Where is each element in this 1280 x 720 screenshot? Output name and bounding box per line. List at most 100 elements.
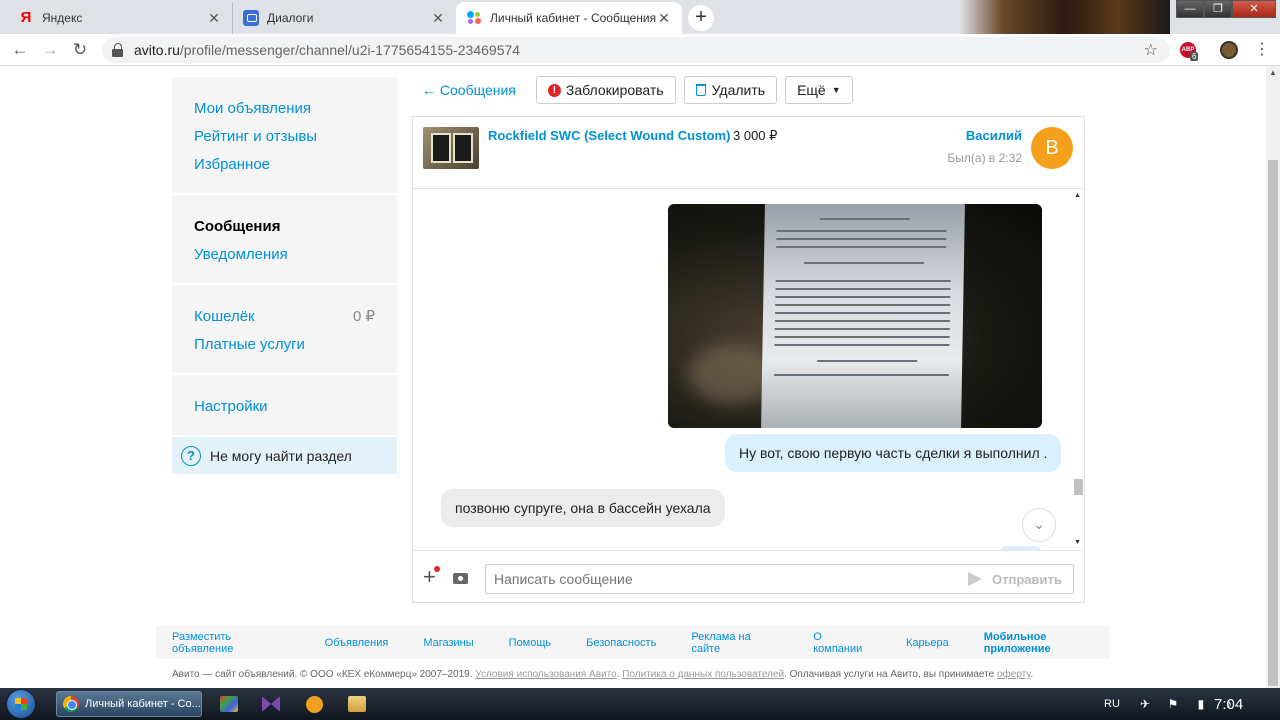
scroll-up-arrow-icon[interactable]: ▲ xyxy=(1074,192,1081,199)
footer-link-shops[interactable]: Магазины xyxy=(423,637,473,649)
chat-panel: Rockfield SWC (Select Wound Custom) 3 00… xyxy=(412,116,1085,603)
taskbar-item-chrome[interactable]: Личный кабинет - Со... xyxy=(56,691,202,717)
trash-icon xyxy=(695,84,706,96)
tab-avito-messages[interactable]: Личный кабинет - Сообщения - Ави ✕ xyxy=(456,2,682,34)
wallet-label: Кошелёк xyxy=(194,308,255,325)
send-label: Отправить xyxy=(992,571,1062,587)
lock-icon xyxy=(112,43,124,57)
back-arrow-icon[interactable]: ← xyxy=(10,40,30,60)
sidebar-group-wallet: Кошелёк 0 ₽ Платные услуги xyxy=(172,285,397,374)
receipt-image xyxy=(761,204,965,428)
user-name-link[interactable]: Василий xyxy=(966,128,1022,143)
privacy-link[interactable]: Политика о данных пользователей xyxy=(622,669,784,680)
sidebar-item-favorites[interactable]: Избранное xyxy=(194,151,375,179)
item-thumbnail[interactable] xyxy=(423,127,479,169)
more-button[interactable]: Ещё ▼ xyxy=(785,76,853,104)
legal-text: Авито — сайт объявлений. © ООО «КЕХ еКом… xyxy=(172,669,473,680)
taskbar-clock[interactable]: 7:04 xyxy=(1214,696,1243,713)
page-scrollbar[interactable]: ▲ xyxy=(1266,66,1280,688)
app-icon[interactable] xyxy=(306,696,323,713)
reload-icon[interactable]: ↻ xyxy=(70,40,90,60)
scroll-down-button[interactable]: ⌄ xyxy=(1022,508,1056,542)
url-path: /profile/messenger/channel/u2i-177565415… xyxy=(179,42,521,58)
message-scrollbar-thumb[interactable] xyxy=(1074,479,1083,495)
message-list[interactable]: Ну вот, свою первую часть сделки я выпол… xyxy=(413,189,1084,550)
browser-menu-icon[interactable]: ⋮ xyxy=(1254,40,1270,60)
camera-icon[interactable] xyxy=(453,573,468,584)
item-price: 3 000 ₽ xyxy=(733,128,778,143)
language-indicator[interactable]: RU xyxy=(1104,698,1120,710)
start-button[interactable] xyxy=(6,689,36,719)
sidebar-item-settings[interactable]: Настройки xyxy=(194,393,375,421)
sidebar-item-notifications[interactable]: Уведомления xyxy=(194,241,375,269)
window-controls: — ❐ ✕ xyxy=(1176,0,1276,18)
item-title-link[interactable]: Rockfield SWC (Select Wound Custom) xyxy=(488,128,730,143)
forward-arrow-icon[interactable]: → xyxy=(40,40,60,60)
tab-dialogs[interactable]: Диалоги ✕ xyxy=(232,2,456,34)
window-frame-wallpaper xyxy=(960,0,1170,34)
dialogs-icon xyxy=(243,10,259,26)
tab-yandex[interactable]: Я Яндекс ✕ xyxy=(8,2,232,34)
scrollbar-thumb[interactable] xyxy=(1268,160,1278,686)
tab-title: Диалоги xyxy=(267,11,314,25)
terms-link[interactable]: Условия использования Авито xyxy=(475,669,616,680)
url-bar[interactable]: avito.ru/profile/messenger/channel/u2i-1… xyxy=(102,37,1170,63)
taskbar-item-label: Личный кабинет - Со... xyxy=(85,698,201,710)
sidebar-item-my-ads[interactable]: Мои объявления xyxy=(194,95,375,123)
help-find-section[interactable]: ? Не могу найти раздел xyxy=(172,437,397,474)
scroll-down-arrow-icon[interactable]: ▼ xyxy=(1074,539,1081,546)
close-window-button[interactable]: ✕ xyxy=(1232,0,1276,18)
avatar[interactable]: В xyxy=(1031,127,1073,169)
back-to-messages-link[interactable]: ← Сообщения xyxy=(422,82,516,98)
footer-link-help[interactable]: Помощь xyxy=(509,637,552,649)
send-arrow-icon xyxy=(968,572,982,586)
chat-header: Rockfield SWC (Select Wound Custom) 3 00… xyxy=(413,117,1084,189)
close-icon[interactable]: ✕ xyxy=(656,10,672,27)
wallet-amount: 0 ₽ xyxy=(352,308,375,325)
signal-icon[interactable]: ▮ xyxy=(1194,698,1208,710)
minimize-button[interactable]: — xyxy=(1176,0,1204,18)
send-button[interactable]: Отправить xyxy=(968,564,1062,594)
close-icon[interactable]: ✕ xyxy=(206,10,222,27)
delete-button[interactable]: Удалить xyxy=(683,76,778,104)
visual-studio-icon[interactable] xyxy=(262,696,280,712)
network-icon[interactable]: ✈ xyxy=(1138,698,1152,710)
message-scrollbar[interactable]: ▲ ▼ xyxy=(1072,189,1084,550)
footer-link-ads[interactable]: Объявления xyxy=(325,637,389,649)
new-tab-button[interactable]: + xyxy=(688,5,714,31)
offer-link[interactable]: оферту xyxy=(997,669,1030,680)
adblock-badge: 6 xyxy=(1190,52,1199,61)
message-composer: + Отправить xyxy=(413,550,1084,602)
scroll-up-arrow-icon[interactable]: ▲ xyxy=(1269,68,1277,77)
delete-label: Удалить xyxy=(711,82,766,98)
bookmark-star-icon[interactable]: ☆ xyxy=(1144,40,1158,60)
footer-link-post-ad[interactable]: Разместить объявление xyxy=(172,631,290,655)
flag-icon[interactable]: ⚑ xyxy=(1166,698,1180,710)
block-button[interactable]: ! Заблокировать xyxy=(535,76,676,104)
chat-toolbar: ← Сообщения ! Заблокировать Удалить Ещё … xyxy=(422,76,861,104)
paint-icon[interactable] xyxy=(220,696,238,712)
maximize-button[interactable]: ❐ xyxy=(1204,0,1232,18)
tab-title: Яндекс xyxy=(42,11,83,25)
footer-link-security[interactable]: Безопасность xyxy=(586,637,656,649)
close-icon[interactable]: ✕ xyxy=(430,10,446,27)
sidebar-item-wallet[interactable]: Кошелёк 0 ₽ xyxy=(194,303,375,331)
chrome-icon xyxy=(63,696,79,712)
footer-link-about[interactable]: О компании xyxy=(813,631,871,655)
sidebar-group-ads: Мои объявления Рейтинг и отзывы Избранно… xyxy=(172,77,397,194)
chevron-down-icon: ▼ xyxy=(831,85,841,95)
footer-link-advertising[interactable]: Реклама на сайте xyxy=(691,631,778,655)
tab-title: Личный кабинет - Сообщения - Ави xyxy=(490,11,656,25)
sidebar-item-ratings[interactable]: Рейтинг и отзывы xyxy=(194,123,375,151)
sidebar-item-messages[interactable]: Сообщения xyxy=(194,213,375,241)
footer-nav: Разместить объявление Объявления Магазин… xyxy=(156,626,1110,659)
folder-icon[interactable] xyxy=(348,696,366,712)
message-photo[interactable] xyxy=(668,204,1042,428)
yandex-icon: Я xyxy=(20,9,32,26)
footer-link-career[interactable]: Карьера xyxy=(906,637,949,649)
footer-link-mobile-app[interactable]: Мобильное приложение xyxy=(984,631,1110,655)
extension-icon[interactable] xyxy=(1220,41,1238,59)
sidebar-item-paid-services[interactable]: Платные услуги xyxy=(194,331,375,359)
block-label: Заблокировать xyxy=(565,82,664,98)
footer-legal: Авито — сайт объявлений. © ООО «КЕХ еКом… xyxy=(172,669,1034,680)
